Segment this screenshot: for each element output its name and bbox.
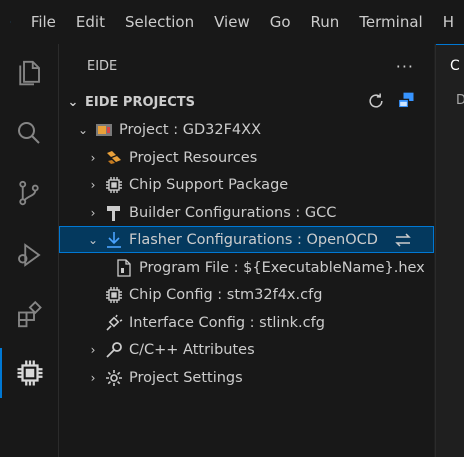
section-title: EIDE PROJECTS: [85, 94, 195, 110]
project-icon: [95, 121, 113, 139]
chevron-right-icon[interactable]: ›: [85, 343, 101, 357]
eide-sidebar: EIDE ··· ⌄ EIDE PROJECTS ⌄ Project : GD3…: [59, 44, 434, 457]
file-icon: [115, 258, 133, 277]
tree-item-label: Chip Support Package: [129, 176, 289, 193]
refresh-icon[interactable]: [366, 91, 386, 111]
chevron-right-icon[interactable]: ›: [85, 151, 101, 165]
search-button[interactable]: [0, 108, 58, 158]
menu-go[interactable]: Go: [260, 13, 301, 31]
title-bar: File Edit Selection View Go Run Terminal…: [0, 0, 464, 44]
sidebar-title: EIDE: [87, 58, 118, 74]
hammer-icon: [105, 204, 123, 222]
editor-tab[interactable]: C: [436, 44, 464, 89]
gear-icon: [105, 369, 123, 387]
chevron-right-icon[interactable]: ›: [85, 371, 101, 385]
tree-item-project[interactable]: ⌄ Project : GD32F4XX: [59, 116, 434, 143]
switch-flasher-icon[interactable]: [393, 231, 413, 249]
tree-item-cpp-attributes[interactable]: › C/C++ Attributes: [59, 336, 434, 363]
menu-edit[interactable]: Edit: [66, 13, 115, 31]
eide-projects-section[interactable]: ⌄ EIDE PROJECTS: [59, 88, 434, 116]
tree-item-project-resources[interactable]: › Project Resources: [59, 144, 434, 171]
extensions-button[interactable]: [0, 290, 58, 340]
tree-item-interface-config[interactable]: Interface Config : stlink.cfg: [59, 309, 434, 336]
menu-terminal[interactable]: Terminal: [349, 13, 432, 31]
extensions-icon: [18, 300, 42, 328]
menu-run[interactable]: Run: [301, 13, 350, 31]
activity-bar: [0, 44, 59, 457]
tree-item-label: Flasher Configurations : OpenOCD: [129, 231, 378, 248]
menu-selection[interactable]: Selection: [115, 13, 204, 31]
tree-item-label: Project Resources: [129, 149, 258, 166]
menu-view[interactable]: View: [204, 13, 260, 31]
download-icon: [105, 231, 123, 249]
resources-icon: [105, 149, 123, 167]
run-debug-icon: [18, 243, 41, 267]
explorer-button[interactable]: [0, 48, 58, 98]
tree-item-chip-config[interactable]: Chip Config : stm32f4x.cfg: [59, 281, 434, 308]
source-control-button[interactable]: [0, 168, 58, 218]
tree-item-label: Program File : ${ExecutableName}.hex: [139, 259, 425, 276]
tree-item-label: Interface Config : stlink.cfg: [129, 314, 325, 331]
wrench-icon: [105, 341, 123, 359]
chevron-right-icon[interactable]: ›: [85, 178, 101, 192]
breadcrumb[interactable]: D: [436, 89, 464, 113]
chevron-down-icon[interactable]: ⌄: [75, 123, 91, 137]
chevron-right-icon[interactable]: ›: [85, 206, 101, 220]
run-debug-button[interactable]: [0, 230, 58, 280]
chip-icon: [105, 286, 123, 304]
chevron-down-icon[interactable]: ⌄: [85, 233, 101, 247]
more-actions-button[interactable]: ···: [396, 57, 414, 76]
menu-help[interactable]: H: [433, 13, 464, 31]
files-icon: [19, 60, 40, 86]
tree-item-builder[interactable]: › Builder Configurations : GCC: [59, 199, 434, 226]
tree-item-label: Project : GD32F4XX: [119, 121, 261, 138]
tree-item-program-file[interactable]: Program File : ${ExecutableName}.hex: [59, 254, 434, 281]
eide-button[interactable]: [0, 348, 58, 398]
editor-area: C D: [435, 44, 464, 457]
tree-item-label: C/C++ Attributes: [129, 341, 255, 358]
plug-icon: [105, 314, 123, 332]
tree-item-label: Project Settings: [129, 369, 243, 386]
chevron-down-icon[interactable]: ⌄: [65, 95, 81, 110]
source-control-icon: [19, 180, 39, 206]
tree-item-flasher[interactable]: ⌄ Flasher Configurations : OpenOCD: [59, 226, 434, 253]
search-icon: [18, 122, 40, 144]
workspace-icon[interactable]: [396, 91, 416, 111]
chip-icon: [17, 360, 43, 386]
vscode-logo-icon: [10, 21, 11, 23]
sidebar-header: EIDE ···: [59, 44, 434, 88]
chip-icon: [105, 176, 123, 194]
tree-item-project-settings[interactable]: › Project Settings: [59, 364, 434, 391]
tree-item-chip-support[interactable]: › Chip Support Package: [59, 171, 434, 198]
tree-item-label: Builder Configurations : GCC: [129, 204, 337, 221]
tree-item-label: Chip Config : stm32f4x.cfg: [129, 286, 323, 303]
menu-file[interactable]: File: [21, 13, 66, 31]
